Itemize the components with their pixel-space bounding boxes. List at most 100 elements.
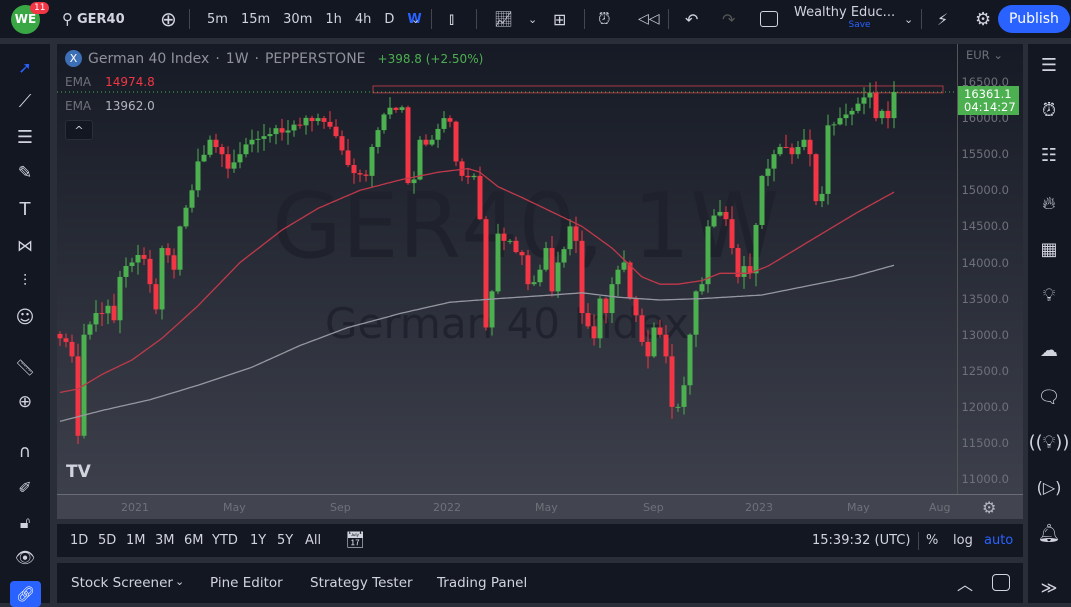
range-3m[interactable]: 3M <box>155 533 175 548</box>
candle-body <box>874 93 879 118</box>
notifications-bell-icon[interactable]: 🔔︎ <box>1036 520 1062 546</box>
publish-button[interactable]: Publish <box>998 5 1070 33</box>
range-5y[interactable]: 5Y <box>277 533 293 548</box>
price-chart[interactable] <box>57 44 957 494</box>
brush-icon[interactable]: ✎ <box>12 160 38 186</box>
candle-body <box>424 140 429 145</box>
maximize-panel-icon[interactable] <box>992 574 1010 591</box>
candle-body <box>838 118 843 124</box>
tab-pine-editor[interactable]: Pine Editor <box>210 575 283 591</box>
zoom-in-icon[interactable]: ⊕ <box>12 389 38 415</box>
hotlist-fire-icon[interactable]: 🔥︎ <box>1036 190 1062 216</box>
magnet-icon[interactable]: ∩ <box>12 439 38 465</box>
range-1y[interactable]: 1Y <box>250 533 266 548</box>
candle-body <box>550 248 555 291</box>
data-window-icon[interactable]: ☷ <box>1036 142 1062 168</box>
currency-selector[interactable]: EUR ⌄ <box>966 48 1003 62</box>
signal-bulb-icon[interactable]: ((💡︎)) <box>1036 429 1062 455</box>
interval-4h[interactable]: 4h <box>355 12 372 27</box>
logo-avatar[interactable]: WE 11 <box>11 0 40 38</box>
candle-body <box>166 248 171 255</box>
candle-body <box>232 162 237 168</box>
auto-toggle[interactable]: auto <box>984 533 1013 548</box>
tab-stock-screener[interactable]: Stock Screener <box>71 575 173 591</box>
emoji-icon[interactable]: ☺ <box>12 304 38 330</box>
layout-name-button[interactable]: Wealthy Educ... Save <box>794 0 895 38</box>
ema-fast-legend[interactable]: EMA14974.8 <box>65 75 155 89</box>
calendar-icon[interactable]: ▦ <box>1036 236 1062 262</box>
candle-body <box>160 248 165 309</box>
trend-line-icon[interactable]: ⟋ <box>12 88 38 114</box>
range-ytd[interactable]: YTD <box>212 533 238 548</box>
tab-strategy-tester[interactable]: Strategy Tester <box>310 575 413 591</box>
compare-add-icon[interactable]: ⊕ <box>160 0 177 38</box>
expand-panel-icon[interactable]: ︿ <box>957 571 973 595</box>
fullscreen-square-icon[interactable] <box>760 0 778 38</box>
screener-chevron-icon[interactable]: ⌄ <box>175 575 184 588</box>
range-6m[interactable]: 6M <box>184 533 204 548</box>
range-all[interactable]: All <box>305 533 321 548</box>
interval-15m[interactable]: 15m <box>241 12 270 27</box>
candle-body <box>682 385 687 407</box>
ema-slow-legend[interactable]: EMA13962.0 <box>65 99 155 113</box>
tradingview-logo-icon[interactable]: TV <box>66 462 91 482</box>
cursor-icon[interactable]: ➚ <box>12 54 38 80</box>
pattern-icon[interactable]: ⋈ <box>12 232 38 258</box>
save-label[interactable]: Save <box>849 19 871 32</box>
symbol-search[interactable]: ⚲GER40 <box>62 0 125 38</box>
ruler-icon[interactable]: 📏︎ <box>12 354 38 380</box>
percent-toggle[interactable]: % <box>926 533 938 548</box>
forecast-icon[interactable]: ⫶ <box>12 268 38 294</box>
quick-search-icon[interactable]: ⚡︎ <box>937 0 948 38</box>
price-scale[interactable]: EUR ⌄ 16500.016000.015500.015000.014500.… <box>957 44 1023 494</box>
range-1m[interactable]: 1M <box>126 533 146 548</box>
watchlist-icon[interactable]: ☰ <box>1036 52 1062 78</box>
log-toggle[interactable]: log <box>953 533 973 548</box>
interval-dropdown-chevron-icon[interactable]: ⌄ <box>411 0 420 38</box>
stream-play-icon[interactable]: (▷) <box>1036 474 1062 500</box>
goto-date-calendar-icon[interactable]: 📅︎ <box>345 530 365 549</box>
text-tool-icon[interactable]: T <box>12 196 38 222</box>
legend-change: +398.8 (+2.50%) <box>378 52 484 66</box>
alerts-clock-icon[interactable]: ⏰︎ <box>1036 97 1062 123</box>
link-icon[interactable]: 🔗︎ <box>10 581 41 607</box>
candle-body <box>538 270 543 282</box>
alert-add-icon[interactable]: ⏰︎ <box>598 0 610 38</box>
interval-D[interactable]: D <box>384 12 394 27</box>
unlock-icon[interactable]: 🔓︎ <box>12 510 38 536</box>
interval-1h[interactable]: 1h <box>325 12 342 27</box>
replay-icon[interactable]: ◁◁ <box>638 0 660 38</box>
candle-body <box>514 241 519 252</box>
legend-title[interactable]: German 40 Index <box>88 51 209 67</box>
collapse-legend-button[interactable]: ^ <box>65 120 93 140</box>
settings-gear-icon[interactable]: ⚙ <box>975 0 991 38</box>
fib-retracement-icon[interactable]: ☰ <box>12 124 38 150</box>
indicators-chevron-icon[interactable]: ⌄ <box>528 0 537 38</box>
chat-cloud-icon[interactable]: ☁ <box>1036 337 1062 363</box>
interval-5m[interactable]: 5m <box>207 12 228 27</box>
time-axis[interactable]: 2021MaySep2022MaySep2023MayAug ⚙ <box>57 494 1023 519</box>
chat-icon[interactable]: 🗨︎ <box>1036 384 1062 410</box>
ideas-bulb-icon[interactable]: 💡︎ <box>1036 282 1062 308</box>
candle-body <box>394 108 399 110</box>
eye-icon[interactable]: 👁︎ <box>12 544 38 570</box>
layout-chevron-icon[interactable]: ⌄ <box>904 0 913 38</box>
redo-icon[interactable]: ↷ <box>722 0 735 38</box>
collapse-chevrons-icon[interactable]: ≫ <box>1036 574 1062 600</box>
range-5d[interactable]: 5D <box>98 533 116 548</box>
undo-icon[interactable]: ↶ <box>685 0 698 38</box>
lock-drawing-icon[interactable]: ✐ <box>12 474 38 500</box>
symbol-x-icon: X <box>65 50 82 67</box>
clock-utc[interactable]: 15:39:32 (UTC) <box>812 533 910 548</box>
chart-settings-icon[interactable]: ⚙ <box>982 498 996 517</box>
chart-pane[interactable]: GER40, 1W German 40 Index X German 40 In… <box>57 44 1023 519</box>
indicators-icon[interactable]: 📈︎ <box>494 0 513 38</box>
tab-trading-panel[interactable]: Trading Panel <box>437 575 527 591</box>
candle-style-icon[interactable]: ⫾ <box>449 0 454 38</box>
candle-body <box>364 175 369 176</box>
candle-body <box>454 122 459 162</box>
layouts-grid-icon[interactable]: ⊞ <box>553 0 566 38</box>
interval-30m[interactable]: 30m <box>283 12 312 27</box>
range-1d[interactable]: 1D <box>70 533 88 548</box>
candle-body <box>346 150 351 165</box>
